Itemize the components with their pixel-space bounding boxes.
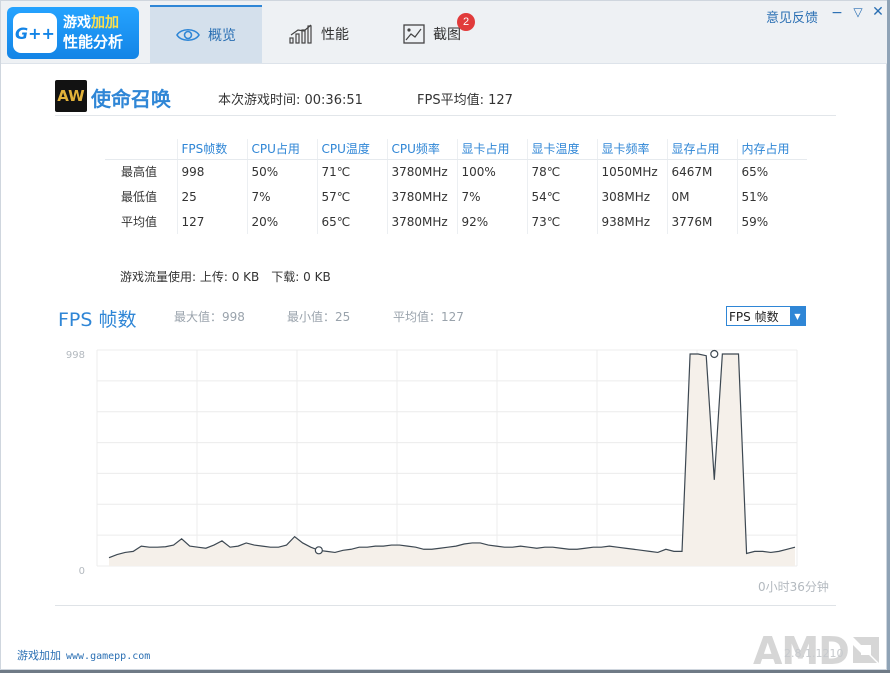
table-cell: 3780MHz — [386, 184, 457, 209]
tab-overview[interactable]: 概览 — [150, 5, 262, 63]
chart-min-value: 最小值：25 — [287, 310, 351, 324]
table-cell: 7% — [456, 184, 527, 209]
traffic-usage: 游戏流量使用: 上传: 0 KB 下载: 0 KB — [120, 268, 331, 285]
column-header: 显卡占用 — [456, 139, 527, 160]
table-cell: 51% — [736, 184, 807, 209]
divider — [55, 115, 836, 116]
chart-max-value: 最大值：998 — [174, 310, 245, 324]
table-cell: 3776M — [666, 209, 737, 234]
brand-footer: 游戏加加 www.gamepp.com — [17, 647, 150, 663]
column-header: 显卡频率 — [596, 139, 667, 160]
chevron-down-icon[interactable]: ▼ — [790, 307, 805, 325]
table-cell: 7% — [246, 184, 317, 209]
table-cell: 78℃ — [526, 159, 597, 184]
table-cell: 998 — [176, 159, 247, 184]
app-logo-line1: 游戏加加 — [63, 14, 123, 32]
table-cell: 92% — [456, 209, 527, 234]
bar-chart-icon — [289, 24, 313, 44]
chart-avg-value: 平均值：127 — [393, 310, 464, 324]
table-cell: 73℃ — [526, 209, 597, 234]
table-cell: 59% — [736, 209, 807, 234]
table-cell: 100% — [456, 159, 527, 184]
fps-area — [109, 354, 795, 566]
metric-select[interactable]: FPS 帧数 ▼ — [726, 306, 806, 326]
column-header: 显卡温度 — [526, 139, 597, 160]
table-row: 平均值 127 20% 65℃ 3780MHz 92% 73℃ 938MHz 3… — [105, 209, 807, 234]
app-logo-line1-b: 加加 — [91, 15, 119, 31]
performance-window: G++ 游戏加加 性能分析 概览 性能 截图 2 意见反馈 − ▽ ✕ AW 使… — [0, 0, 887, 673]
fps-point-marker — [314, 546, 323, 555]
tab-overview-label: 概览 — [208, 28, 236, 44]
chart-title: FPS 帧数 — [58, 309, 137, 331]
upload-usage: 游戏流量使用: 上传: 0 KB — [120, 270, 260, 284]
tab-screenshot-label: 截图 — [433, 27, 461, 43]
column-header: CPU温度 — [316, 139, 387, 160]
screenshot-count-badge: 2 — [457, 13, 475, 31]
app-logo-line1-a: 游戏 — [63, 15, 91, 31]
table-cell: 25 — [176, 184, 247, 209]
download-usage: 下载: 0 KB — [271, 270, 331, 284]
stats-table: FPS帧数 CPU占用 CPU温度 CPU频率 显卡占用 显卡温度 显卡频率 显… — [105, 139, 807, 234]
amd-arrow-icon — [853, 637, 879, 663]
table-cell: 308MHz — [596, 184, 667, 209]
row-label: 平均值 — [121, 215, 158, 229]
restore-button[interactable]: ▽ — [850, 5, 866, 21]
tab-performance[interactable]: 性能 — [263, 5, 375, 63]
table-cell: 3780MHz — [386, 159, 457, 184]
table-cell: 3780MHz — [386, 209, 457, 234]
table-cell: 57℃ — [316, 184, 387, 209]
table-cell: 54℃ — [526, 184, 597, 209]
row-label: 最低值 — [121, 190, 158, 204]
brand-name: 游戏加加 — [17, 649, 61, 662]
brand-url[interactable]: www.gamepp.com — [66, 651, 150, 662]
fps-average: FPS平均值: 127 — [417, 93, 513, 108]
table-row: 最低值 25 7% 57℃ 3780MHz 7% 54℃ 308MHz 0M 5… — [105, 184, 807, 209]
table-cell: 127 — [176, 209, 247, 234]
table-cell: 20% — [246, 209, 317, 234]
tab-performance-label: 性能 — [321, 27, 349, 43]
table-cell: 71℃ — [316, 159, 387, 184]
app-logo-text: 游戏加加 性能分析 — [63, 14, 123, 52]
close-button[interactable]: ✕ — [870, 4, 886, 20]
app-logo-line2: 性能分析 — [63, 33, 124, 51]
table-cell: 938MHz — [596, 209, 667, 234]
chart-elapsed-label: 0小时36分钟 — [758, 580, 829, 594]
y-tick-label: 998 — [66, 350, 85, 361]
fps-chart: 998 0 — [66, 349, 798, 574]
gpp-logo-icon: G++ — [13, 13, 57, 53]
table-cell: 65% — [736, 159, 807, 184]
column-header: FPS帧数 — [176, 139, 247, 160]
table-row: 最高值 998 50% 71℃ 3780MHz 100% 78℃ 1050MHz… — [105, 159, 807, 184]
title-bar: G++ 游戏加加 性能分析 概览 性能 截图 2 意见反馈 − ▽ ✕ — [1, 1, 887, 64]
fps-point-marker — [710, 349, 719, 359]
column-header: CPU频率 — [386, 139, 457, 160]
table-corner — [105, 139, 177, 160]
version-label: 2.8.1.1210 — [784, 647, 844, 660]
table-cell: 6467M — [666, 159, 737, 184]
column-header: CPU占用 — [246, 139, 317, 160]
feedback-link[interactable]: 意见反馈 — [766, 7, 818, 26]
session-time: 本次游戏时间: 00:36:51 — [218, 93, 363, 108]
metric-select-value: FPS 帧数 — [729, 309, 779, 324]
table-cell: 65℃ — [316, 209, 387, 234]
image-icon — [403, 24, 425, 44]
game-logo-icon: AW — [55, 80, 87, 112]
eye-icon — [176, 27, 200, 43]
column-header: 内存占用 — [736, 139, 807, 160]
game-name: 使命召唤 — [91, 87, 171, 111]
table-cell: 0M — [666, 184, 737, 209]
row-label: 最高值 — [121, 165, 158, 180]
table-header-row: FPS帧数 CPU占用 CPU温度 CPU频率 显卡占用 显卡温度 显卡频率 显… — [105, 139, 807, 160]
y-tick-label: 0 — [79, 566, 85, 574]
table-cell: 1050MHz — [596, 159, 667, 184]
app-logo: G++ 游戏加加 性能分析 — [7, 7, 139, 59]
divider — [55, 605, 836, 606]
minimize-button[interactable]: − — [829, 5, 845, 21]
column-header: 显存占用 — [666, 139, 737, 160]
table-cell: 50% — [246, 159, 317, 184]
